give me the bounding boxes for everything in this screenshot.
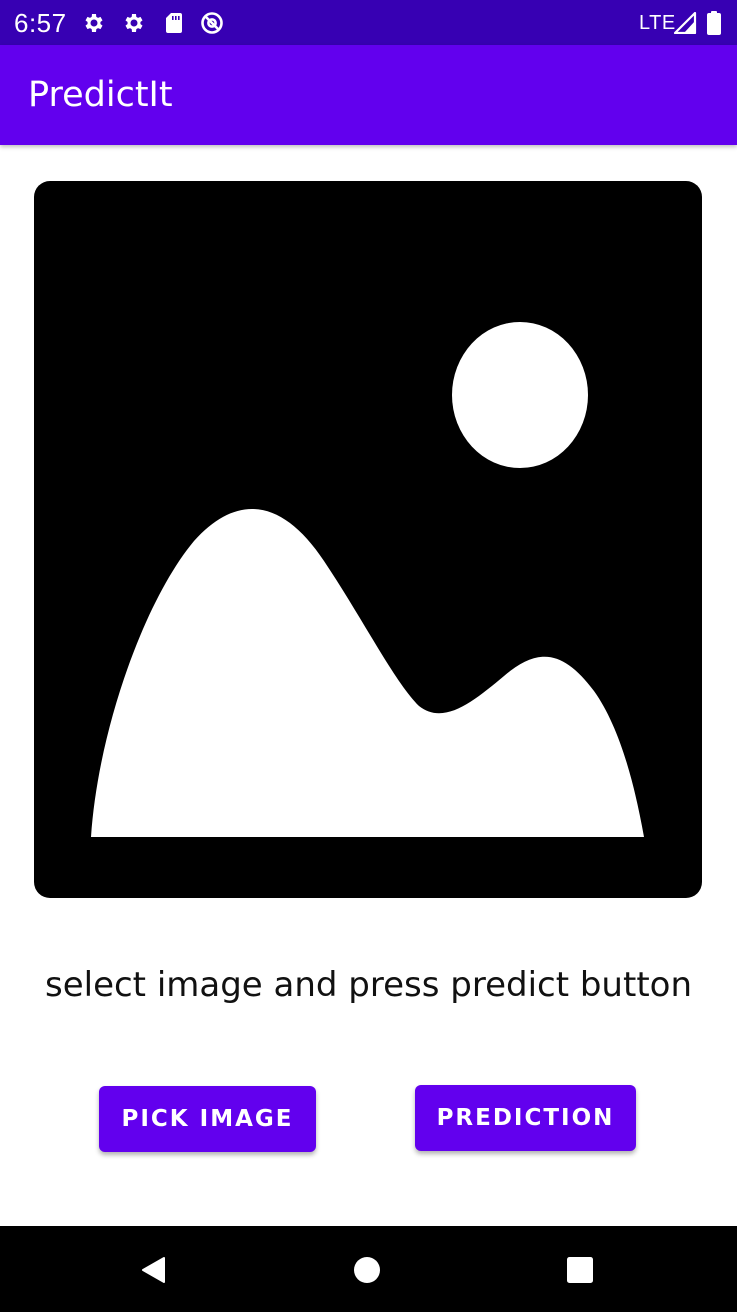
- pick-image-button[interactable]: PICK IMAGE: [99, 1086, 316, 1152]
- app-screen: 6:57 LTE PredictIt select image and pres…: [0, 0, 737, 1312]
- at-sign-icon: [201, 12, 223, 34]
- instruction-text: select image and press predict button: [44, 965, 692, 1005]
- status-bar: 6:57 LTE: [0, 0, 737, 45]
- sd-card-icon: [166, 13, 182, 33]
- recents-icon[interactable]: [562, 1252, 598, 1288]
- selected-image-view[interactable]: [34, 181, 702, 898]
- gear-icon: [85, 14, 103, 32]
- battery-icon: [707, 11, 721, 35]
- image-placeholder-icon: [91, 322, 644, 837]
- status-time: 6:57: [14, 8, 67, 38]
- gear-icon: [125, 14, 143, 32]
- prediction-button[interactable]: PREDICTION: [415, 1085, 636, 1151]
- back-icon[interactable]: [135, 1252, 171, 1288]
- signal-icon: [673, 12, 697, 34]
- navigation-bar: [0, 1226, 737, 1312]
- app-title: PredictIt: [28, 75, 173, 115]
- home-icon[interactable]: [349, 1252, 385, 1288]
- app-bar: PredictIt: [0, 45, 737, 145]
- network-type: LTE: [639, 12, 676, 34]
